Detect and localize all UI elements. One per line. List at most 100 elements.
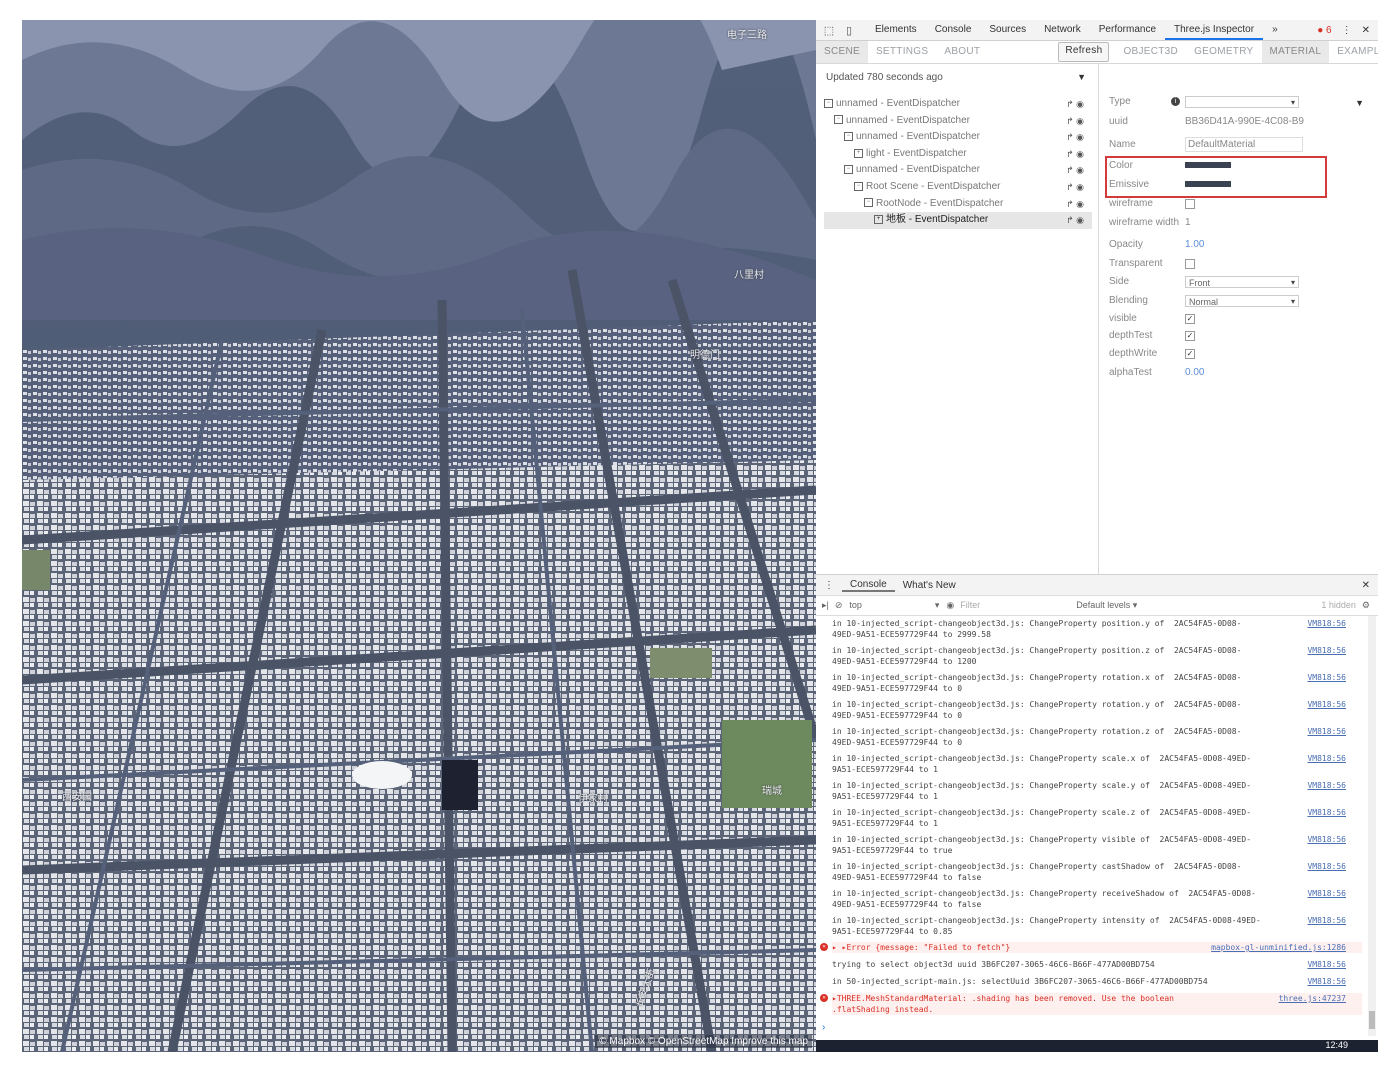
kebab-menu-icon[interactable]: ⋮ bbox=[1342, 25, 1352, 36]
type-select[interactable] bbox=[1185, 96, 1299, 109]
tree-node[interactable]: − unnamed - EventDispatcher ↱ ◉ bbox=[824, 162, 1092, 179]
side-select[interactable]: Front bbox=[1185, 276, 1299, 289]
name-field[interactable]: DefaultMaterial bbox=[1185, 137, 1303, 152]
blending-select[interactable]: Normal bbox=[1185, 295, 1299, 308]
tree-node[interactable]: − unnamed - EventDispatcher ↱ ◉ bbox=[824, 129, 1092, 146]
sidebar-toggle-icon[interactable]: ▸| bbox=[822, 600, 829, 611]
tab-examples[interactable]: EXAMPLES bbox=[1329, 41, 1378, 63]
console-source-link[interactable]: VM818:56 bbox=[1307, 672, 1346, 683]
console-source-link[interactable]: VM818:56 bbox=[1307, 780, 1346, 791]
transparent-checkbox[interactable] bbox=[1185, 259, 1195, 269]
map-viewport[interactable]: 电子三路 八里村 明德门 伊家村 瑞城 西安园 长安大街 © Mapbox © … bbox=[22, 20, 816, 1052]
type-label: Type bbox=[1109, 96, 1131, 107]
tab-network[interactable]: Network bbox=[1035, 20, 1090, 40]
node-actions-icon[interactable]: ↱ ◉ bbox=[1066, 162, 1084, 179]
screenshot: 电子三路 八里村 明德门 伊家村 瑞城 西安园 长安大街 © Mapbox © … bbox=[22, 20, 1378, 1052]
console-settings-icon[interactable]: ⚙ bbox=[1362, 600, 1370, 611]
uuid-value[interactable]: BB36D41A-990E-4C08-B9 bbox=[1185, 116, 1304, 127]
console-source-link[interactable]: VM818:56 bbox=[1307, 807, 1346, 818]
more-tabs-button[interactable]: » bbox=[1263, 20, 1287, 40]
console-source-link[interactable]: VM818:56 bbox=[1307, 915, 1346, 926]
map-attribution[interactable]: © Mapbox © OpenStreetMap Improve this ma… bbox=[595, 1035, 812, 1048]
close-drawer-icon[interactable]: ✕ bbox=[1362, 580, 1378, 591]
console-source-link[interactable]: VM818:56 bbox=[1307, 959, 1346, 970]
visible-checkbox[interactable]: ✓ bbox=[1185, 314, 1195, 324]
tab-threejs-inspector[interactable]: Three.js Inspector bbox=[1165, 20, 1264, 40]
tree-node[interactable]: − unnamed - EventDispatcher ↱ ◉ bbox=[824, 96, 1092, 113]
expand-icon[interactable]: + bbox=[854, 148, 863, 158]
highlight-box bbox=[1105, 156, 1327, 198]
eye-icon[interactable]: ◉ bbox=[946, 600, 954, 611]
tab-performance[interactable]: Performance bbox=[1090, 20, 1165, 40]
scene-tree: − unnamed - EventDispatcher ↱ ◉ − unnamed -… bbox=[824, 96, 1092, 229]
tab-geometry[interactable]: GEOMETRY bbox=[1186, 41, 1261, 63]
drawer-menu-icon[interactable]: ⋮ bbox=[816, 580, 842, 591]
filter-input[interactable]: Filter bbox=[960, 600, 1070, 610]
device-toolbar-icon[interactable]: ▯ bbox=[842, 23, 856, 37]
console-source-link[interactable]: three.js:47237 bbox=[1279, 993, 1346, 1004]
depthtest-checkbox[interactable]: ✓ bbox=[1185, 331, 1195, 341]
node-actions-icon[interactable]: ↱ ◉ bbox=[1066, 212, 1084, 229]
collapse-icon[interactable]: − bbox=[864, 198, 873, 208]
scrollbar-thumb[interactable] bbox=[1369, 1011, 1375, 1029]
node-actions-icon[interactable]: ↱ ◉ bbox=[1066, 179, 1084, 196]
drawer-tab-whats-new[interactable]: What's New bbox=[895, 580, 964, 591]
tab-material[interactable]: MATERIAL bbox=[1261, 41, 1330, 63]
depthwrite-checkbox[interactable]: ✓ bbox=[1185, 349, 1195, 359]
console-source-link[interactable]: VM818:56 bbox=[1307, 861, 1346, 872]
opacity-value[interactable]: 1.00 bbox=[1185, 239, 1204, 250]
tree-node[interactable]: − RootNode - EventDispatcher ↱ ◉ bbox=[824, 196, 1092, 213]
node-actions-icon[interactable]: ↱ ◉ bbox=[1066, 146, 1084, 163]
collapse-icon[interactable]: − bbox=[844, 132, 853, 142]
console-scrollbar[interactable] bbox=[1368, 616, 1376, 1036]
clear-console-icon[interactable]: ⊘ bbox=[835, 600, 843, 611]
node-actions-icon[interactable]: ↱ ◉ bbox=[1066, 129, 1084, 146]
blending-label: Blending bbox=[1109, 295, 1148, 306]
tab-settings[interactable]: SETTINGS bbox=[868, 41, 936, 63]
dropdown-arrow-icon[interactable]: ▼ bbox=[1077, 72, 1086, 82]
console-source-link[interactable]: VM818:56 bbox=[1307, 888, 1346, 899]
console-source-link[interactable]: VM818:56 bbox=[1307, 753, 1346, 764]
tab-sources[interactable]: Sources bbox=[980, 20, 1035, 40]
tab-console[interactable]: Console bbox=[926, 20, 981, 40]
panel-dropdown-icon[interactable]: ▼ bbox=[1355, 98, 1364, 108]
levels-select[interactable]: Default levels ▾ bbox=[1076, 600, 1137, 611]
collapse-icon[interactable]: − bbox=[854, 181, 863, 191]
console-source-link[interactable]: VM818:56 bbox=[1307, 618, 1346, 629]
context-select[interactable]: top ▾ bbox=[848, 599, 940, 612]
alphatest-value[interactable]: 0.00 bbox=[1185, 367, 1204, 378]
console-source-link[interactable]: mapbox-gl-unminified.js:1286 bbox=[1211, 942, 1346, 953]
console-source-link[interactable]: VM818:56 bbox=[1307, 834, 1346, 845]
error-icon: ✕ bbox=[820, 943, 828, 951]
tree-node[interactable]: − unnamed - EventDispatcher ↱ ◉ bbox=[824, 113, 1092, 130]
wireframe-checkbox[interactable] bbox=[1185, 199, 1195, 209]
tab-elements[interactable]: Elements bbox=[866, 20, 926, 40]
expand-icon[interactable]: + bbox=[874, 215, 883, 225]
refresh-button[interactable]: Refresh bbox=[1058, 42, 1110, 62]
inspect-element-icon[interactable]: ⬚ bbox=[822, 23, 836, 37]
console-source-link[interactable]: VM818:56 bbox=[1307, 726, 1346, 737]
tree-node[interactable]: − Root Scene - EventDispatcher ↱ ◉ bbox=[824, 179, 1092, 196]
tab-scene[interactable]: SCENE bbox=[816, 41, 868, 63]
console-prompt[interactable]: › bbox=[822, 1022, 825, 1033]
console-line: in 10-injected_script-changeobject3d.js:… bbox=[832, 753, 1362, 775]
tree-node-selected[interactable]: + 地板 - EventDispatcher ↱ ◉ bbox=[824, 212, 1092, 229]
console-source-link[interactable]: VM818:56 bbox=[1307, 976, 1346, 987]
tab-about[interactable]: ABOUT bbox=[936, 41, 988, 63]
node-actions-icon[interactable]: ↱ ◉ bbox=[1066, 96, 1084, 113]
collapse-icon[interactable]: − bbox=[824, 98, 833, 108]
tree-node-label: 地板 - EventDispatcher bbox=[886, 214, 989, 226]
close-icon[interactable]: ✕ bbox=[1362, 25, 1370, 36]
collapse-icon[interactable]: − bbox=[844, 165, 853, 175]
uuid-label: uuid bbox=[1109, 116, 1128, 127]
node-actions-icon[interactable]: ↱ ◉ bbox=[1066, 113, 1084, 130]
console-source-link[interactable]: VM818:56 bbox=[1307, 699, 1346, 710]
error-count-badge[interactable]: ● 6 bbox=[1317, 25, 1331, 36]
node-actions-icon[interactable]: ↱ ◉ bbox=[1066, 196, 1084, 213]
tab-object3d[interactable]: OBJECT3D bbox=[1115, 41, 1186, 63]
drawer-tab-console[interactable]: Console bbox=[842, 579, 895, 592]
tree-node[interactable]: + light - EventDispatcher ↱ ◉ bbox=[824, 146, 1092, 163]
wireframe-width-value[interactable]: 1 bbox=[1185, 217, 1191, 228]
console-source-link[interactable]: VM818:56 bbox=[1307, 645, 1346, 656]
collapse-icon[interactable]: − bbox=[834, 115, 843, 125]
